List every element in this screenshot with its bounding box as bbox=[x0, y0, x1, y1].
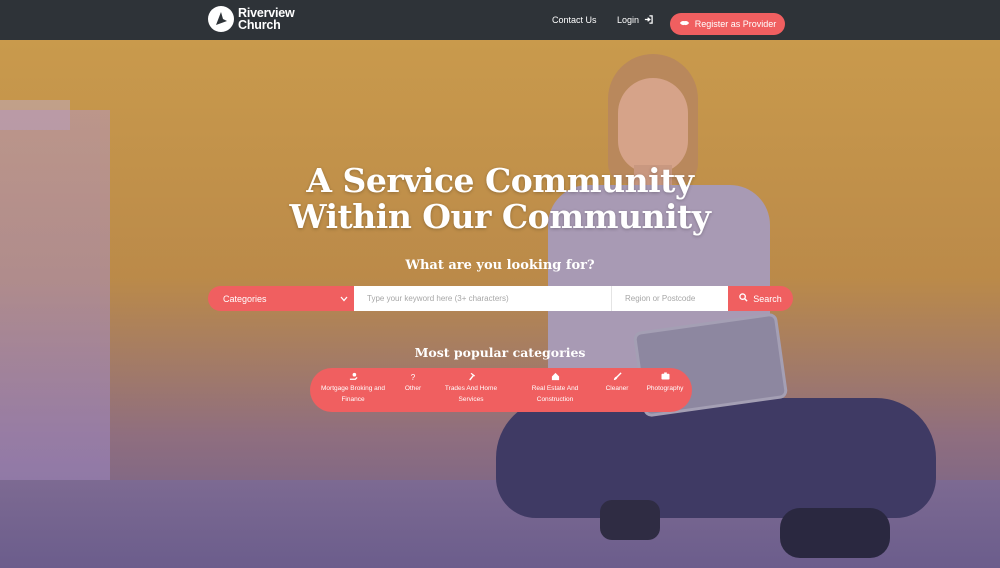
nav-login[interactable]: Login bbox=[617, 0, 653, 40]
hero-photo-legs bbox=[496, 398, 936, 518]
nav-contact-us[interactable]: Contact Us bbox=[552, 0, 597, 40]
region-input[interactable]: Region or Postcode bbox=[612, 286, 728, 311]
church-logo-icon bbox=[208, 6, 234, 32]
category-label: Construction bbox=[536, 396, 574, 403]
hero-section: A Service Community Within Our Community… bbox=[0, 40, 1000, 568]
logo[interactable]: Riverview Church bbox=[208, 6, 295, 32]
keyword-input[interactable]: Type your keyword here (3+ characters) bbox=[354, 286, 612, 311]
category-label: Photography bbox=[646, 385, 684, 392]
category-label: Mortgage Broking and bbox=[321, 385, 385, 392]
chevron-down-icon bbox=[340, 294, 348, 304]
logo-line-2: Church bbox=[238, 18, 281, 32]
login-label: Login bbox=[617, 15, 640, 25]
hero-headline-line-2: Within Our Community bbox=[289, 197, 711, 236]
category-label: Real Estate And bbox=[531, 385, 579, 392]
category-cleaner[interactable]: Cleaner bbox=[600, 372, 634, 394]
hero-subheading: What are you looking for? bbox=[405, 258, 595, 273]
search-icon bbox=[739, 293, 748, 304]
category-mortgage-broking[interactable]: Mortgage Broking and Finance bbox=[318, 372, 388, 405]
hero-photo-shoe bbox=[780, 508, 890, 558]
search-button[interactable]: Search bbox=[728, 286, 793, 311]
home-icon bbox=[520, 372, 590, 383]
category-other[interactable]: ? Other bbox=[398, 372, 428, 394]
hammer-icon bbox=[436, 372, 506, 383]
logo-text: Riverview Church bbox=[238, 7, 295, 32]
category-photography[interactable]: Photography bbox=[642, 372, 688, 394]
handshake-icon bbox=[679, 19, 690, 29]
category-label: Finance bbox=[341, 396, 365, 403]
hero-photo-face bbox=[618, 78, 688, 173]
brush-icon bbox=[600, 372, 634, 383]
category-label: Trades And Home bbox=[444, 385, 498, 392]
camera-icon bbox=[642, 372, 688, 383]
popular-categories-heading: Most popular categories bbox=[414, 345, 586, 360]
login-icon bbox=[644, 14, 653, 26]
popular-categories-bar: Mortgage Broking and Finance ? Other Tra… bbox=[310, 368, 692, 412]
top-navbar: Riverview Church Contact Us Login Regist… bbox=[0, 0, 1000, 40]
category-label: Other bbox=[404, 385, 422, 392]
search-bar: Categories Type your keyword here (3+ ch… bbox=[208, 286, 793, 311]
category-label: Cleaner bbox=[605, 385, 629, 392]
category-select-value: Categories bbox=[223, 293, 267, 304]
hand-coin-icon bbox=[318, 372, 388, 383]
hero-headline-line-1: A Service Community bbox=[306, 161, 694, 200]
category-label: Services bbox=[458, 396, 484, 403]
category-real-estate-construction[interactable]: Real Estate And Construction bbox=[520, 372, 590, 405]
register-label: Register as Provider bbox=[694, 19, 777, 29]
category-select[interactable]: Categories bbox=[208, 286, 354, 311]
hero-photo-shoe bbox=[600, 500, 660, 540]
search-button-label: Search bbox=[753, 293, 782, 304]
question-icon: ? bbox=[410, 373, 416, 382]
register-provider-button[interactable]: Register as Provider bbox=[670, 13, 785, 35]
category-trades-home-services[interactable]: Trades And Home Services bbox=[436, 372, 506, 405]
